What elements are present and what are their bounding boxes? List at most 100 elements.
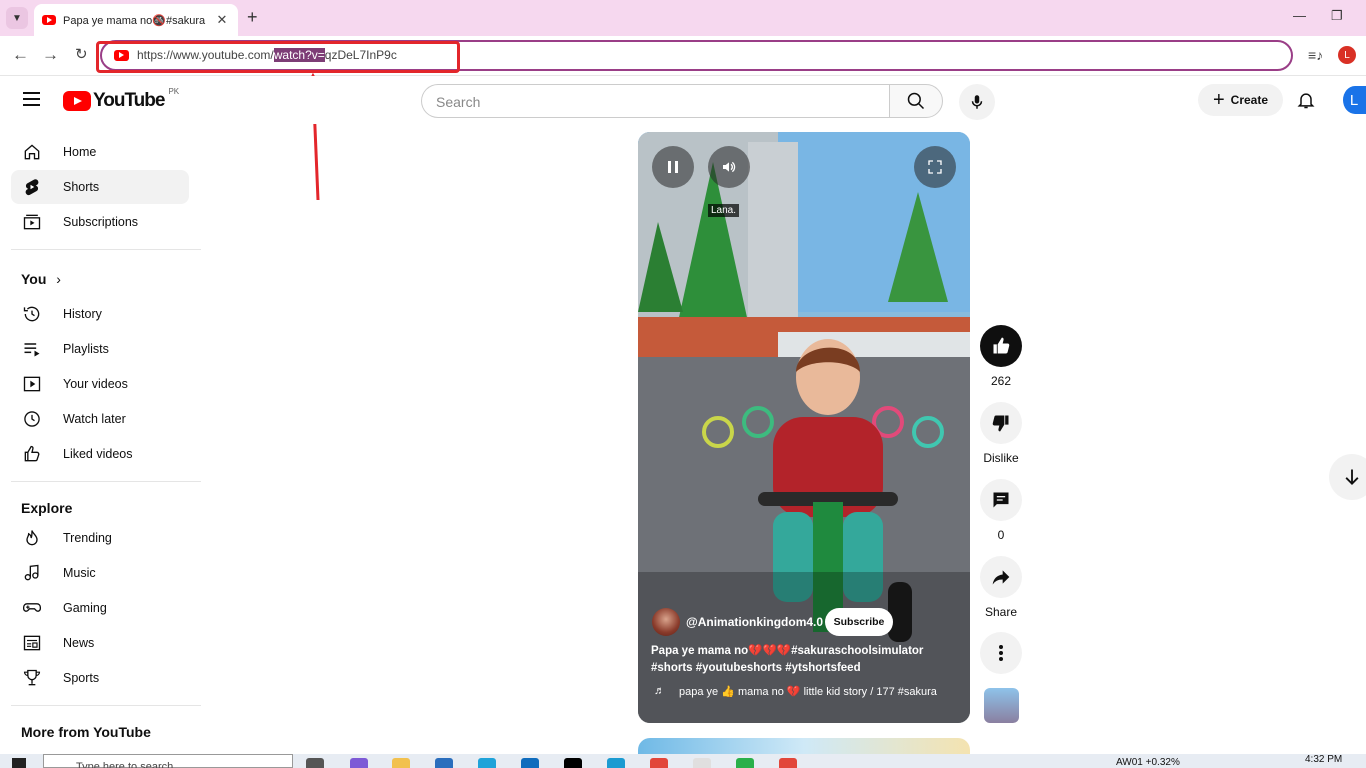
comment-icon — [993, 492, 1009, 508]
channel-info[interactable]: @Animationkingdom4.0 — [652, 608, 823, 636]
your-videos-icon — [21, 373, 43, 395]
app-icon-2[interactable] — [693, 758, 711, 768]
divider — [11, 481, 201, 482]
stock-widget[interactable]: AW01 +0.32% — [1116, 757, 1180, 768]
chrome-icon[interactable] — [650, 758, 668, 768]
volume-button[interactable] — [708, 146, 750, 188]
sidebar-item-subscriptions[interactable]: Subscriptions — [11, 205, 189, 239]
restore-icon[interactable]: ❐ — [1331, 8, 1343, 24]
dislike-button[interactable] — [980, 402, 1022, 444]
music-note-icon: ♬ — [654, 685, 665, 697]
home-icon — [21, 141, 43, 163]
task-view-icon[interactable] — [306, 758, 324, 768]
sidebar-item-your-videos[interactable]: Your videos — [11, 367, 189, 401]
minimize-icon[interactable]: — — [1293, 8, 1306, 23]
search-icon — [907, 92, 925, 110]
youtube-play-icon — [63, 91, 91, 111]
chrome-active-icon[interactable] — [779, 758, 797, 768]
like-button[interactable] — [980, 325, 1022, 367]
sound-thumbnail[interactable] — [984, 688, 1019, 723]
share-label: Share — [984, 605, 1018, 619]
app-icon[interactable] — [607, 758, 625, 768]
comments-button[interactable] — [980, 479, 1022, 521]
share-icon — [992, 570, 1010, 585]
sidebar-item-liked-videos[interactable]: Liked videos — [11, 437, 189, 471]
file-explorer-icon[interactable] — [392, 758, 410, 768]
pause-button[interactable] — [652, 146, 694, 188]
netflix-icon[interactable] — [564, 758, 582, 768]
fullscreen-icon — [928, 160, 942, 174]
video-caption-overlay: Lana. — [708, 204, 740, 217]
system-clock[interactable]: 4:32 PM — [1305, 754, 1342, 765]
menu-icon[interactable] — [23, 92, 40, 110]
forward-icon[interactable]: → — [42, 46, 59, 64]
short-video-player[interactable]: Lana. @Animationkingdom4.0 Subscribe Pap… — [638, 132, 970, 723]
sidebar: Home Shorts Subscriptions You › History … — [0, 124, 210, 754]
like-count: 262 — [990, 374, 1012, 388]
playlists-icon — [21, 338, 43, 360]
subscriptions-icon — [21, 211, 43, 233]
whatsapp-icon[interactable] — [736, 758, 754, 768]
fullscreen-button[interactable] — [914, 146, 956, 188]
youtube-header: YouTube PK Search + Create L — [0, 76, 1366, 124]
taskbar-search[interactable]: Type here to search — [43, 754, 293, 768]
browser-profile-avatar[interactable]: L — [1338, 46, 1356, 64]
sidebar-item-watch-later[interactable]: Watch later — [11, 402, 189, 436]
tab-search-button[interactable]: ▼ — [6, 7, 28, 29]
annotation-highlight-box — [96, 41, 460, 73]
sidebar-item-gaming[interactable]: Gaming — [11, 591, 189, 625]
sidebar-item-history[interactable]: History — [11, 297, 189, 331]
you-heading[interactable]: You › — [21, 271, 61, 287]
more-options-button[interactable] — [980, 632, 1022, 674]
reload-icon[interactable]: ↻ — [75, 46, 88, 64]
channel-avatar[interactable] — [652, 608, 680, 636]
notifications-icon[interactable] — [1296, 90, 1316, 115]
search-button[interactable] — [889, 84, 943, 118]
pause-icon — [668, 161, 678, 173]
outlook-icon[interactable] — [521, 758, 539, 768]
browser-tab-bar: ▼ Papa ye mama no🚳#sakura ✕ + — ❐ — [0, 0, 1366, 36]
sidebar-item-home[interactable]: Home — [11, 135, 189, 169]
chevron-right-icon: › — [56, 271, 61, 287]
dislike-action[interactable]: Dislike — [980, 402, 1022, 465]
liked-videos-icon — [21, 443, 43, 465]
next-video-button[interactable] — [1329, 454, 1366, 500]
windows-start-icon[interactable] — [12, 758, 26, 768]
watch-later-icon — [21, 408, 43, 430]
news-icon — [21, 632, 43, 654]
plus-icon: + — [1212, 89, 1225, 111]
music-info[interactable]: ♬ papa ye 👍 mama no 💔 little kid story /… — [654, 685, 960, 698]
arrow-down-icon — [1345, 469, 1359, 485]
more-action[interactable] — [980, 632, 1022, 674]
comments-action[interactable]: 0 — [980, 479, 1022, 542]
thumbs-up-icon — [993, 337, 1010, 354]
sidebar-item-shorts[interactable]: Shorts — [11, 170, 189, 204]
subscribe-button[interactable]: Subscribe — [825, 608, 893, 636]
browser-tab[interactable]: Papa ye mama no🚳#sakura ✕ — [34, 4, 238, 36]
comment-count: 0 — [997, 528, 1005, 542]
voice-search-button[interactable] — [959, 84, 995, 120]
next-short-preview[interactable] — [638, 738, 970, 754]
store-icon[interactable] — [435, 758, 453, 768]
sidebar-item-trending[interactable]: Trending — [11, 521, 189, 555]
like-action[interactable]: 262 — [980, 325, 1022, 388]
back-icon[interactable]: ← — [12, 46, 29, 64]
search-input[interactable]: Search — [421, 84, 890, 118]
sidebar-item-news[interactable]: News — [11, 626, 189, 660]
edge-icon[interactable] — [478, 758, 496, 768]
tab-close-icon[interactable]: ✕ — [214, 12, 230, 28]
channel-name[interactable]: @Animationkingdom4.0 — [686, 615, 823, 629]
create-button[interactable]: + Create — [1198, 84, 1283, 116]
share-button[interactable] — [980, 556, 1022, 598]
short-description[interactable]: Papa ye mama no💔💔💔#sakuraschoolsimulator… — [651, 643, 961, 677]
share-action[interactable]: Share — [980, 556, 1022, 619]
media-control-icon[interactable]: ≡♪ — [1308, 47, 1323, 63]
account-avatar[interactable]: L — [1343, 86, 1366, 114]
sidebar-item-music[interactable]: Music — [11, 556, 189, 590]
youtube-logo[interactable]: YouTube PK — [63, 87, 179, 112]
copilot-icon[interactable] — [350, 758, 368, 768]
sidebar-item-sports[interactable]: Sports — [11, 661, 189, 695]
sidebar-item-playlists[interactable]: Playlists — [11, 332, 189, 366]
new-tab-button[interactable]: + — [247, 8, 258, 26]
divider — [11, 249, 201, 250]
